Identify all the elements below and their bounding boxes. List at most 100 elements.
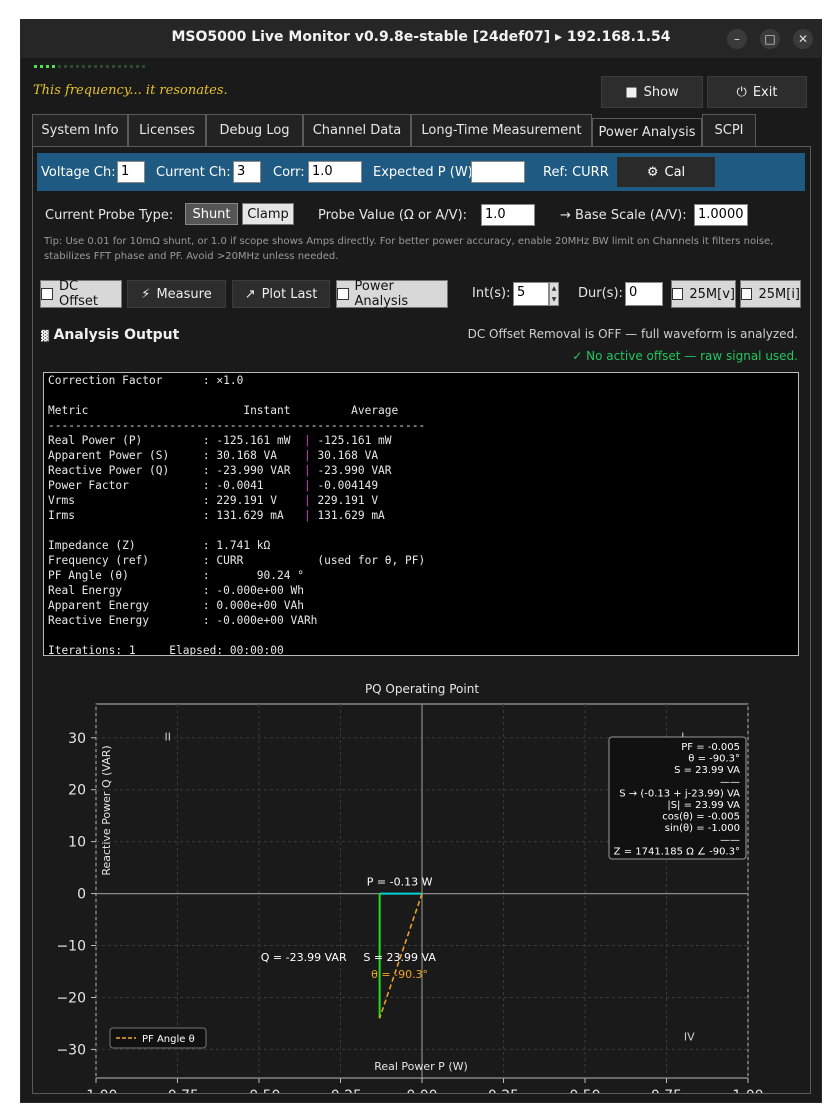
x-tick-label: 0.75 — [651, 1088, 682, 1093]
plot-last-label: Plot Last — [261, 286, 318, 302]
cal-button[interactable]: ⚙ Cal — [617, 157, 715, 187]
shunt-button[interactable]: Shunt — [185, 203, 238, 225]
expected-p-input[interactable] — [471, 161, 525, 183]
int-stepper[interactable]: ▲ ▼ — [549, 282, 559, 306]
console-line: Real Power (P) : -125.161 mW | -125.161 … — [48, 434, 392, 447]
exit-button[interactable]: ⏻ Exit — [707, 76, 807, 108]
console-line: Iterations: 1 Elapsed: 00:00:00 — [48, 644, 284, 656]
console-line: ----------------------------------------… — [48, 419, 426, 432]
x-tick-label: −1.00 — [75, 1088, 118, 1093]
console-line: Reactive Energy : -0.000e+00 VARh — [48, 614, 318, 627]
25m-i-label: 25M[i] — [758, 286, 800, 302]
s-annotation: S = 23.99 VA — [363, 951, 436, 964]
info-box-line: S → (-0.13 + j-23.99) VA — [619, 788, 740, 799]
show-button[interactable]: ■ Show — [601, 76, 703, 108]
x-tick-label: 0.00 — [406, 1088, 437, 1093]
console-line: Frequency (ref) : CURR (used for θ, PF) — [48, 554, 426, 567]
q-annotation: Q = -23.99 VAR — [261, 951, 347, 964]
int-label: Int(s): — [472, 286, 511, 301]
x-tick-label: 0.25 — [488, 1088, 519, 1093]
base-scale-input[interactable]: 1.0000 — [694, 204, 748, 226]
voltage-ch-label: Voltage Ch: — [41, 165, 116, 180]
activity-indicator — [34, 65, 154, 71]
probe-tip-text: Tip: Use 0.01 for 10mΩ shunt, or 1.0 if … — [44, 236, 774, 262]
tab-debug-log[interactable]: Debug Log — [206, 114, 303, 146]
tab-system-info[interactable]: System Info — [32, 114, 128, 146]
tagline: This frequency... it resonates. — [33, 83, 228, 98]
tab-power-analysis[interactable]: Power Analysis — [592, 118, 702, 146]
console-text: Correction Factor : ×1.0 Metric Instant … — [44, 373, 798, 656]
cal-label: Cal — [664, 164, 686, 180]
chart-title: PQ Operating Point — [365, 682, 479, 696]
analysis-output-title: ▓ Analysis Output — [41, 327, 179, 343]
power-analysis-label: Power Analysis — [354, 279, 409, 309]
dc-offset-label: DC Offset — [58, 279, 99, 309]
console-line: Correction Factor : ×1.0 — [48, 374, 244, 387]
tab-long-time-measurement[interactable]: Long-Time Measurement — [411, 114, 592, 146]
quadrant-label: IV — [684, 1031, 695, 1044]
console-line: Vrms : 229.191 V | 229.191 V — [48, 494, 379, 507]
lightning-icon: ⚡ — [141, 286, 151, 302]
info-box-line: Z = 1741.185 Ω ∠ -90.3° — [614, 846, 740, 857]
voltage-ch-input[interactable]: 1 — [117, 161, 145, 183]
current-ch-input[interactable]: 3 — [233, 161, 261, 183]
y-tick-label: −20 — [56, 990, 86, 1006]
console-line: PF Angle (θ) : 90.24 ° — [48, 569, 304, 582]
tab-channel-data[interactable]: Channel Data — [303, 114, 411, 146]
tab-scpi[interactable]: SCPI — [702, 114, 756, 146]
clamp-button[interactable]: Clamp — [242, 203, 294, 225]
expected-p-label: Expected P (W): — [373, 165, 478, 180]
info-box-line: |S| = 23.99 VA — [667, 800, 740, 811]
plot-last-button[interactable]: ↗ Plot Last — [232, 280, 330, 308]
int-spinbox[interactable]: 5 — [513, 282, 549, 306]
raw-signal-status: ✓ No active offset — raw signal used. — [572, 349, 798, 363]
pq-chart: −1.00 −0.75 −0.50 −0.25 0.00 0.25 0.50 0.75 1.00… — [31, 661, 811, 1093]
y-axis-label: Reactive Power Q (VAR) — [100, 745, 113, 875]
console-line: Irms : 131.629 mA | 131.629 mA — [48, 509, 385, 522]
ref-label: Ref: CURR — [543, 165, 609, 180]
info-box-line: cos(θ) = -0.005 — [662, 812, 740, 823]
close-button[interactable]: ✕ — [793, 29, 813, 49]
y-tick-label: 20 — [68, 783, 86, 799]
tab-licenses[interactable]: Licenses — [128, 114, 206, 146]
title-bar: MSO5000 Live Monitor v0.9.8e-stable [24d… — [21, 20, 821, 58]
info-box-line: PF = -0.005 — [681, 742, 740, 753]
p-annotation: P = -0.13 W — [367, 876, 433, 889]
dc-offset-toggle[interactable]: DC Offset — [40, 279, 122, 309]
25m-v-toggle[interactable]: 25M[v] — [671, 280, 736, 308]
checkbox-icon — [741, 288, 753, 300]
maximize-button[interactable]: □ — [760, 29, 780, 49]
measure-label: Measure — [156, 286, 212, 302]
app-window: MSO5000 Live Monitor v0.9.8e-stable [24d… — [20, 19, 822, 1103]
corr-input[interactable]: 1.0 — [308, 161, 362, 183]
bar-chart-icon: ▓ — [41, 331, 49, 342]
analysis-console[interactable]: Correction Factor : ×1.0 Metric Instant … — [43, 372, 799, 656]
window-icon: ■ — [625, 84, 638, 100]
info-box-line: sin(θ) = -1.000 — [665, 823, 740, 834]
channel-config-bar: Voltage Ch: 1 Current Ch: 3 Corr: 1.0 Ex… — [37, 153, 805, 191]
theta-annotation: θ = -90.3° — [371, 968, 428, 981]
dur-input[interactable]: 0 — [625, 282, 663, 306]
info-box-line: θ = -90.3° — [688, 754, 740, 765]
y-tick-label: 30 — [68, 731, 86, 747]
probe-value-input[interactable]: 1.0 — [481, 204, 535, 226]
checkbox-icon — [41, 288, 53, 300]
measure-button[interactable]: ⚡ Measure — [127, 280, 226, 308]
show-label: Show — [643, 84, 679, 100]
info-box-line: S = 23.99 VA — [674, 765, 740, 776]
x-axis-label: Real Power P (W) — [374, 1060, 468, 1073]
25m-i-toggle[interactable]: 25M[i] — [740, 280, 801, 308]
power-icon: ⏻ — [736, 84, 747, 100]
line-chart-icon: ↗ — [244, 286, 256, 302]
minimize-button[interactable]: – — [727, 29, 747, 49]
checkbox-icon — [337, 288, 349, 300]
info-box-line: —— — [720, 777, 740, 788]
dur-label: Dur(s): — [578, 286, 623, 301]
pq-chart-svg: −1.00 −0.75 −0.50 −0.25 0.00 0.25 0.50 0.75 1.00… — [56, 682, 763, 1093]
power-analysis-toggle[interactable]: Power Analysis — [336, 279, 448, 309]
y-tick-label: 10 — [68, 835, 86, 851]
legend-label: PF Angle θ — [142, 1034, 195, 1045]
quadrant-label: II — [164, 730, 171, 743]
